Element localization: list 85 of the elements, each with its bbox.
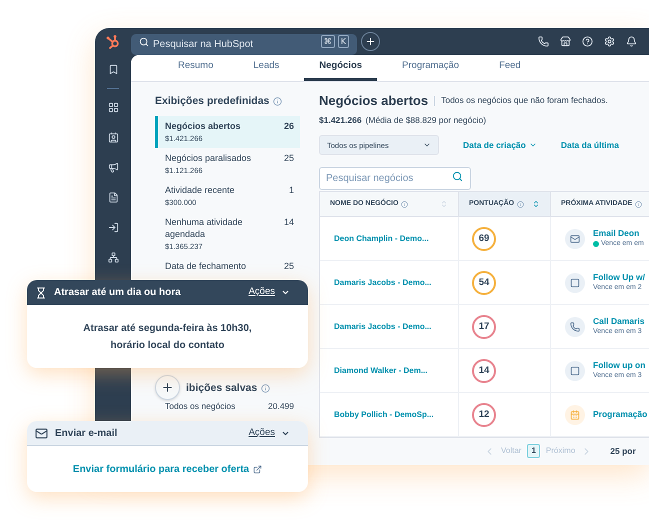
score-badge: 54 [472,270,496,295]
envelope-icon [35,426,48,440]
info-icon [273,97,282,106]
deal-link[interactable]: Bobby Pollich - DemoSp... [334,408,434,421]
card-text: Atrasar até segunda-feira às 10h30, [83,322,252,336]
caret-icon [281,288,290,297]
hierarchy-icon[interactable] [108,252,118,263]
tab[interactable]: Negócios [304,55,378,81]
view-count: 1 [288,184,294,196]
deal-link[interactable]: Diamond Walker - Dem... [334,364,428,377]
activity-link[interactable]: Programação [593,409,648,420]
tab[interactable]: Resumo [163,55,228,81]
square-icon [565,272,585,293]
view-name: Nenhuma atividade agendada [165,216,244,240]
store-icon[interactable] [560,36,571,47]
filter-link[interactable]: Data da última [560,138,619,152]
view-name[interactable]: Todos os negócios [165,400,236,412]
actions-dropdown[interactable]: Ações [248,426,290,440]
deal-link[interactable]: Damaris Jacobs - Demo... [334,276,432,289]
activity-link[interactable]: Follow up on [593,360,646,371]
score-badge: 14 [472,358,496,383]
view-count: 25 [284,260,294,272]
form-link[interactable]: Enviar formulário para receber oferta [72,462,250,476]
help-icon[interactable] [582,36,593,47]
square-icon [565,360,585,381]
info-icon [261,384,270,394]
hourglass-icon [35,286,47,298]
filter-link[interactable]: Data de criação [463,138,537,152]
view-count: 25 [284,152,294,164]
view-count: 26 [284,120,294,132]
page-size-dropdown[interactable]: 25 por [610,444,636,458]
envelope-icon [565,228,585,249]
card-title: Enviar e-mail [55,426,118,440]
page-number[interactable]: 1 [527,444,540,458]
grid-icon[interactable] [108,102,118,113]
view-name: Negócios paralisados [165,152,252,164]
view-name: Negócios abertos [165,120,242,132]
page-description: Todos os negócios que não foram fechados. [441,94,608,108]
info-icon [401,200,408,208]
view-count: 20.499 [268,400,294,412]
activity-link[interactable]: Follow Up w/ [593,272,645,283]
logo-icon [105,34,121,50]
add-button[interactable] [361,32,380,51]
tab[interactable]: Feed [484,55,536,81]
external-link-icon [253,464,262,474]
document-icon[interactable] [108,192,118,203]
total-amount: $1.421.266 [319,114,362,126]
info-icon [635,200,642,208]
view-name: Atividade recente [165,184,236,196]
deals-search-field[interactable]: Pesquisar negócios [319,167,471,190]
deal-link[interactable]: Damaris Jacobs - Demo... [334,320,432,333]
plus-icon [161,381,174,394]
contact-icon[interactable] [108,132,118,143]
actions-dropdown[interactable]: Ações [248,285,290,300]
view-item[interactable]: Data de fechamento 25 [155,256,300,276]
page-title: Negócios abertos [319,92,428,110]
score-badge: 17 [472,314,496,339]
card-title: Atrasar até um dia ou hora [54,286,181,300]
bell-icon[interactable] [626,36,637,47]
tab[interactable]: Programação [387,55,474,81]
bookmark-icon[interactable] [108,64,118,75]
shortcut-key: K [338,35,349,48]
settings-icon[interactable] [604,36,615,47]
deal-link[interactable]: Deon Champlin - Demo... [334,232,429,245]
score-badge: 12 [472,402,496,427]
section-title: Exibições predefinidas [155,94,270,109]
average-amount: (Média de $88.829 por negócio) [366,114,486,126]
megaphone-icon[interactable] [108,162,118,173]
card-text: horário local do contato [110,338,224,352]
calendar-icon [565,404,585,425]
search-icon [452,171,463,182]
search-icon [139,36,149,46]
score-badge: 69 [472,226,496,251]
view-name: Data de fechamento [165,260,248,272]
section-title: ibições salvas [186,380,258,396]
tab[interactable]: Leads [238,55,294,81]
info-icon [517,200,524,208]
shortcut-key: ⌘ [320,35,335,48]
phone-icon[interactable] [538,36,549,47]
phone-icon [565,316,585,337]
import-icon[interactable] [108,222,118,233]
view-count: 14 [284,216,294,228]
plus-icon [365,36,376,47]
activity-link[interactable]: Call Damaris [593,316,644,327]
activity-link[interactable]: Email Deon [593,228,644,239]
